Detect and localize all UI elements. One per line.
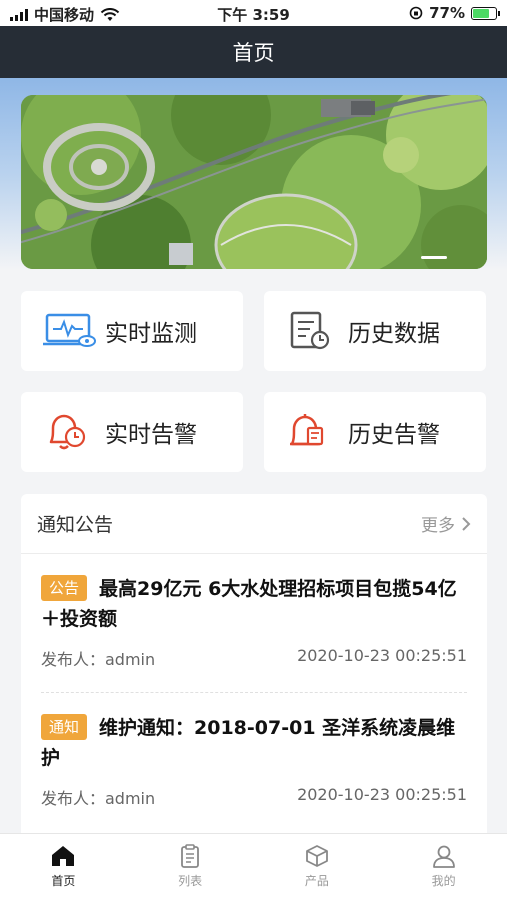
news-title: 公告 最高29亿元 6大水处理招标项目包揽54亿＋投资额 [41, 574, 467, 634]
battery-percent: 77% [429, 4, 465, 22]
news-title: 通知 维护通知：2018-07-01 圣洋系统凌晨维护 [41, 713, 467, 773]
chevron-right-icon [462, 516, 471, 531]
nav-bar: 首页 [0, 26, 507, 78]
tab-bar: 首页 列表 产品 我的 [0, 833, 507, 900]
news-tag: 公告 [41, 575, 88, 601]
tab-products[interactable]: 产品 [254, 834, 381, 900]
tile-label: 历史告警 [348, 422, 440, 448]
tile-label: 实时监测 [105, 321, 197, 347]
tab-mine[interactable]: 我的 [380, 834, 507, 900]
tab-label: 我的 [431, 874, 456, 888]
status-right: 77% [409, 4, 500, 22]
tile-history-data[interactable]: 历史数据 [264, 291, 486, 371]
notice-header: 通知公告 更多 [21, 494, 487, 554]
monitor-pulse-icon [43, 311, 99, 351]
more-label: 更多 [421, 516, 455, 536]
banner-carousel[interactable] [21, 95, 487, 269]
news-title-text: 维护通知：2018-07-01 圣洋系统凌晨维护 [41, 717, 456, 769]
news-publisher: 发布人：admin [41, 650, 156, 669]
banner-area [0, 78, 507, 270]
tab-list[interactable]: 列表 [127, 834, 254, 900]
notice-title: 通知公告 [37, 514, 114, 536]
notice-panel: 通知公告 更多 公告 最高29亿元 6大水处理招标项目包揽54亿＋投资额 发布人：… [21, 494, 487, 834]
news-meta: 发布人：admin 2020-10-23 00:25:51 [41, 646, 467, 670]
cube-icon [305, 845, 328, 867]
tab-label: 列表 [178, 874, 203, 888]
news-time: 2020-10-23 00:25:51 [297, 646, 467, 665]
news-meta: 发布人：admin 2020-10-23 00:25:51 [41, 785, 467, 809]
news-tag: 通知 [41, 714, 88, 740]
battery-icon [471, 6, 500, 20]
tile-label: 历史数据 [348, 321, 440, 347]
tab-label: 产品 [304, 874, 329, 888]
orientation-lock-icon [409, 6, 423, 20]
banner-image [21, 95, 487, 269]
bell-document-icon [286, 412, 342, 452]
tile-realtime-alarm[interactable]: 实时告警 [21, 392, 243, 472]
tab-label: 首页 [51, 874, 76, 888]
tile-realtime-monitor[interactable]: 实时监测 [21, 291, 243, 371]
news-item[interactable]: 通知 维护通知：2018-07-01 圣洋系统凌晨维护 发布人：admin 202… [21, 693, 487, 809]
clipboard-list-icon [181, 844, 200, 868]
tile-history-alarm[interactable]: 历史告警 [264, 392, 486, 472]
more-link[interactable]: 更多 [421, 511, 471, 536]
status-bar: 中国移动 下午 3:59 77% [0, 0, 507, 26]
user-icon [432, 845, 455, 868]
news-title-text: 最高29亿元 6大水处理招标项目包揽54亿＋投资额 [41, 578, 457, 630]
tile-label: 实时告警 [105, 422, 197, 448]
document-clock-icon [286, 311, 342, 351]
page-title: 首页 [232, 41, 275, 65]
news-time: 2020-10-23 00:25:51 [297, 785, 467, 804]
tab-home[interactable]: 首页 [0, 834, 127, 900]
home-icon [52, 846, 75, 866]
bell-clock-icon [43, 412, 99, 452]
carousel-indicator[interactable] [421, 256, 447, 259]
news-publisher: 发布人：admin [41, 789, 156, 808]
news-item[interactable]: 公告 最高29亿元 6大水处理招标项目包揽54亿＋投资额 发布人：admin 20… [21, 554, 487, 670]
